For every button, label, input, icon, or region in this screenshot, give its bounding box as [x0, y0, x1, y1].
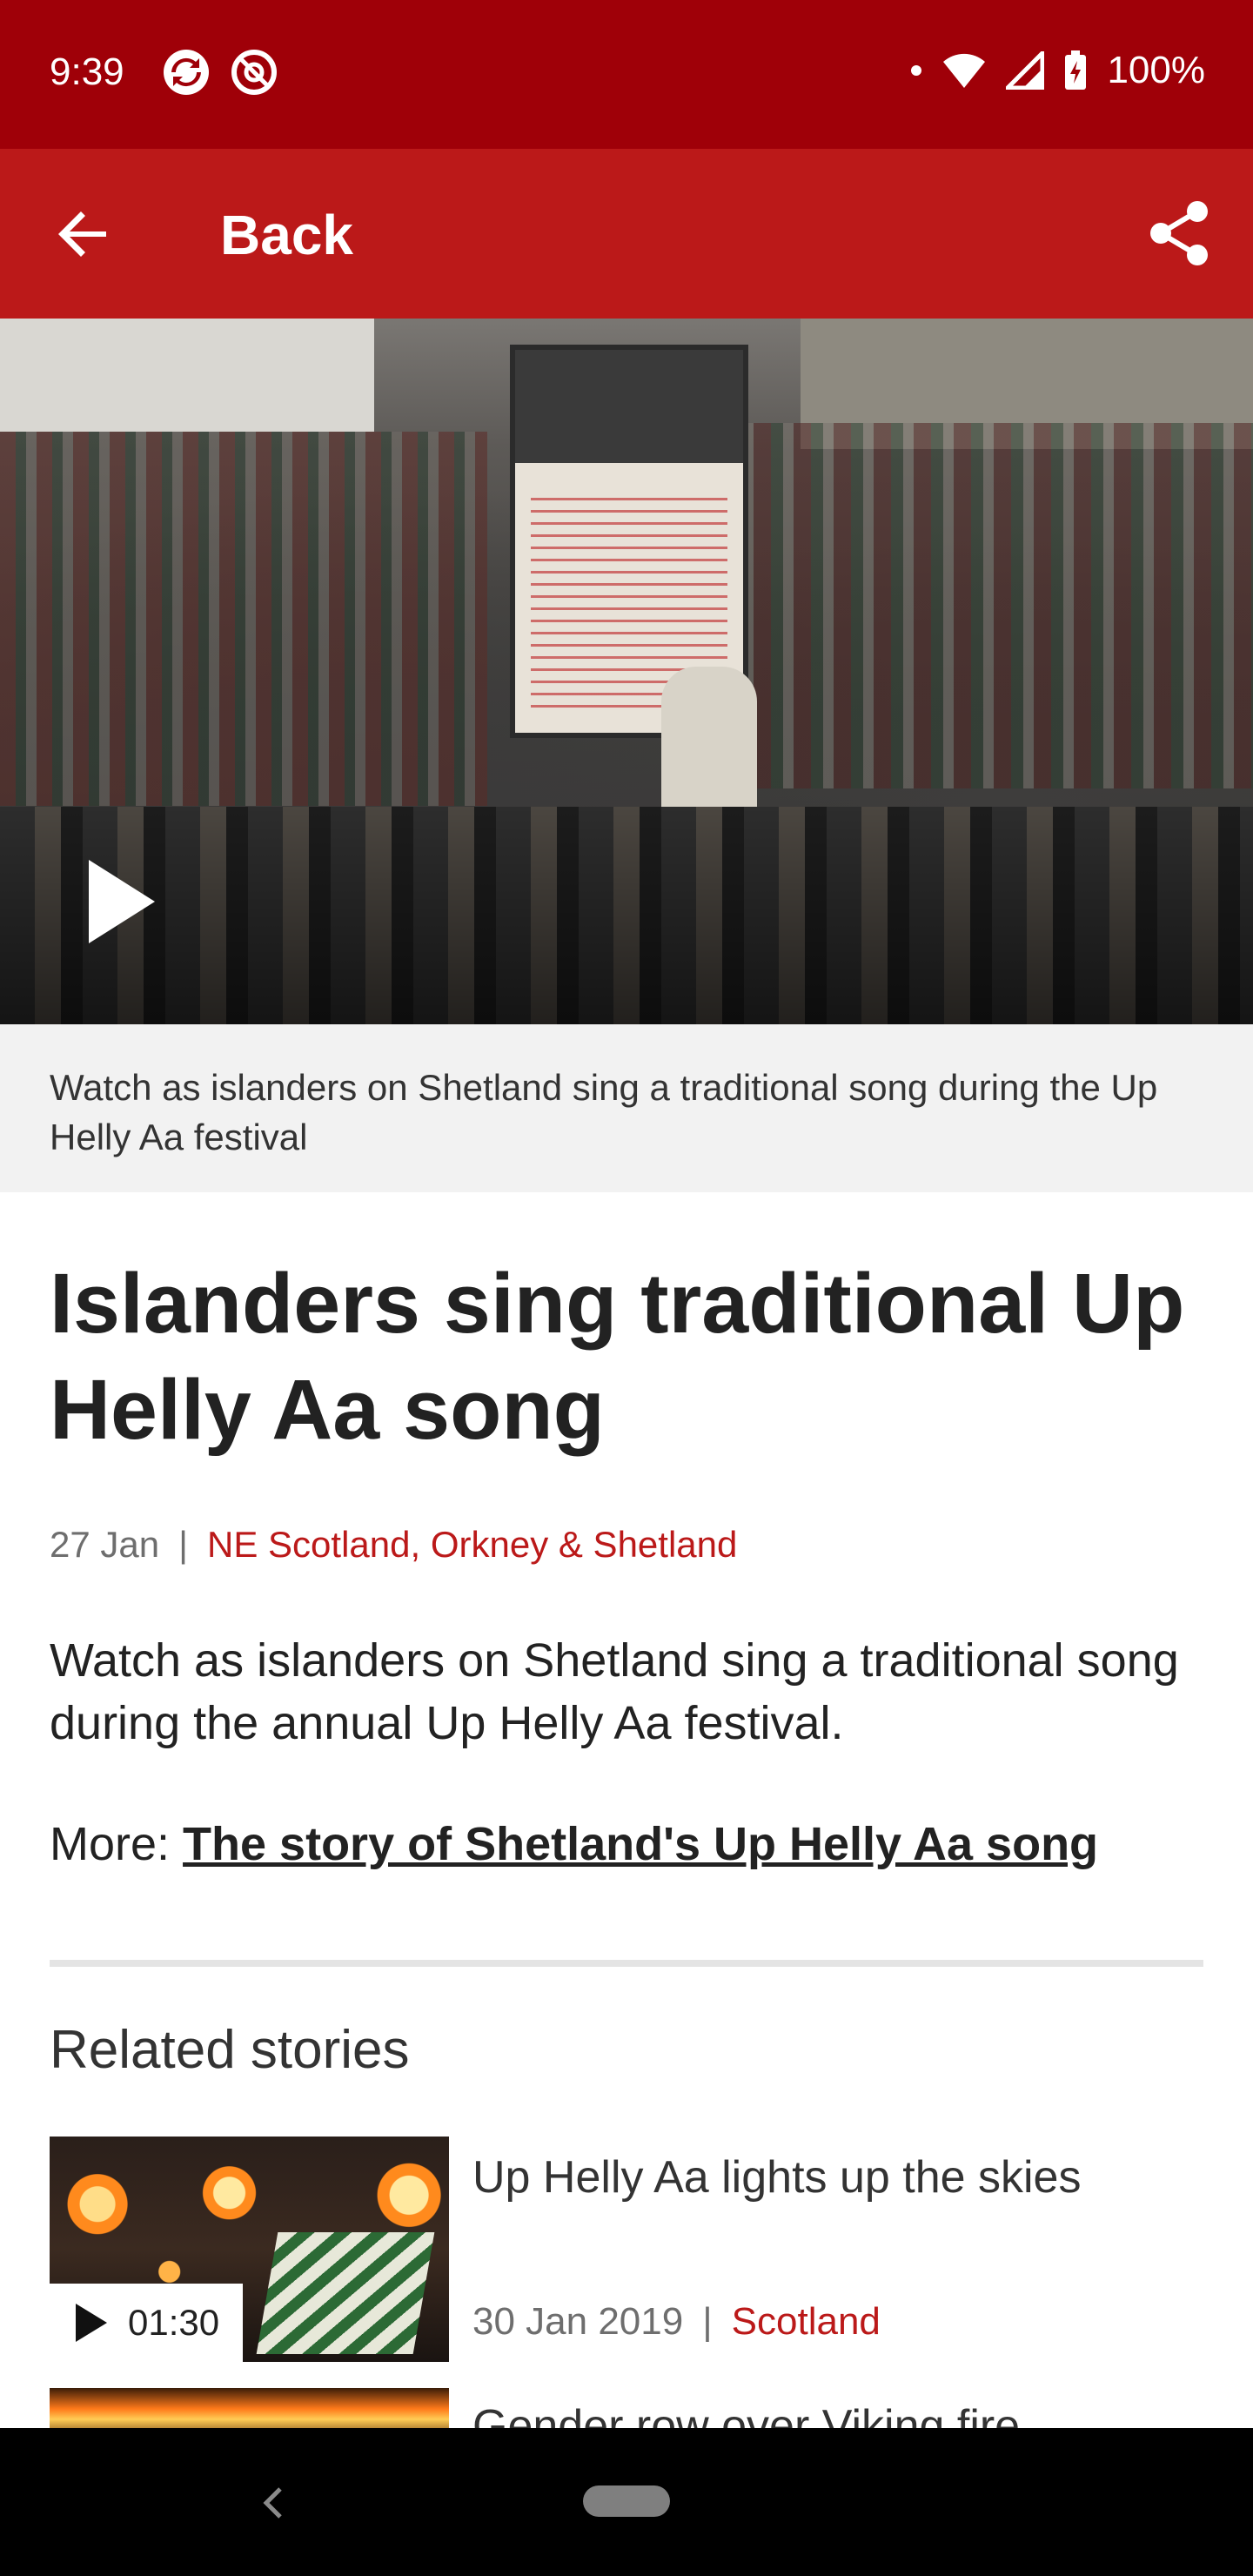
back-button[interactable]: Back [220, 203, 353, 267]
signal-icon [1006, 51, 1045, 90]
video-duration: 01:30 [128, 2302, 220, 2343]
wifi-icon [943, 53, 986, 88]
status-indicators: 100% [910, 49, 1205, 92]
related-story-meta: 30 Jan 2019 | Scotland [472, 2300, 881, 2344]
meta-separator: | [702, 2300, 713, 2343]
video-still-crowd [714, 423, 1253, 788]
video-still-foreground [0, 807, 1253, 1024]
video-caption: Watch as islanders on Shetland sing a tr… [0, 1024, 1253, 1192]
more-prefix: More: [50, 1818, 184, 1870]
nav-back-icon[interactable] [258, 2485, 287, 2520]
notification-dot-icon [911, 65, 922, 76]
related-stories-heading: Related stories [50, 2020, 410, 2080]
video-still-crowd [0, 432, 487, 806]
battery-percentage: 100% [1107, 49, 1205, 91]
play-icon[interactable] [87, 858, 157, 945]
system-nav-bar [0, 2428, 1253, 2576]
article-headline: Islanders sing traditional Up Helly Aa s… [50, 1256, 1185, 1457]
play-icon [76, 2304, 107, 2342]
app-bar: Back [0, 149, 1253, 319]
battery-charging-icon [1065, 50, 1087, 90]
home-pill-button[interactable] [583, 2485, 670, 2517]
meta-separator: | [178, 1524, 189, 1565]
section-divider [50, 1960, 1203, 1967]
status-bar: 9:39 100% [0, 0, 1253, 149]
related-story-region-link[interactable]: Scotland [732, 2300, 881, 2344]
video-still-building [0, 319, 374, 432]
video-player[interactable] [0, 319, 1253, 1024]
status-time: 9:39 [50, 50, 124, 93]
related-story-title[interactable]: Up Helly Aa lights up the skies [472, 2150, 1221, 2205]
back-arrow-icon[interactable] [52, 203, 115, 265]
article-summary: Watch as islanders on Shetland sing a tr… [50, 1634, 1179, 1749]
sync-icon [164, 50, 209, 95]
duration-badge: 01:30 [50, 2284, 243, 2362]
article-region-link[interactable]: NE Scotland, Orkney & Shetland [207, 1524, 737, 1566]
article-date: 27 Jan [50, 1524, 160, 1565]
related-story-date: 30 Jan 2019 [472, 2300, 684, 2343]
more-line: More: The story of Shetland's Up Helly A… [50, 1813, 1207, 1875]
more-story-link[interactable]: The story of Shetland's Up Helly Aa song [183, 1818, 1098, 1870]
related-story-thumbnail[interactable]: 01:30 [50, 2137, 449, 2362]
share-icon[interactable] [1145, 199, 1213, 267]
article-meta: 27 Jan | NE Scotland, Orkney & Shetland [50, 1524, 737, 1566]
at-sign-icon [231, 50, 277, 95]
